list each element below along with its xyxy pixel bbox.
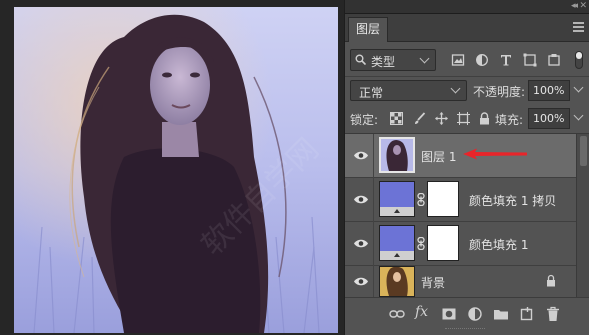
link-chain-icon[interactable] (417, 193, 425, 206)
collapse-panel-icon[interactable]: ◂◂ (571, 1, 578, 11)
red-arrow-annotation (463, 148, 527, 160)
lock-position-icon[interactable] (435, 112, 448, 125)
delete-layer-trash-icon[interactable] (545, 306, 561, 322)
add-layer-style-icon[interactable]: fx (415, 304, 428, 320)
layer-name[interactable]: 背景 (421, 274, 445, 291)
filter-shape-layer-icon[interactable] (523, 53, 537, 67)
filter-type-layer-icon[interactable] (499, 53, 513, 67)
fill-label: 填充: (495, 113, 524, 127)
visibility-eye-icon[interactable] (353, 238, 369, 249)
document-canvas[interactable]: 软件自学网 (0, 0, 344, 335)
blend-mode-select[interactable]: 正常 (350, 80, 467, 101)
portrait-image: 软件自学网 (14, 7, 338, 333)
visibility-eye-icon[interactable] (353, 276, 369, 287)
lock-icon[interactable] (546, 274, 556, 287)
layer-mask-thumbnail[interactable] (427, 181, 459, 217)
panel-resize-grip[interactable] (445, 328, 485, 332)
fill-adjustment-bar (380, 251, 414, 260)
fill-input[interactable]: 100% (528, 108, 570, 129)
layer-thumbnail[interactable] (379, 137, 415, 173)
new-group-folder-icon[interactable] (493, 306, 509, 322)
layer-row-color-fill-copy[interactable]: 颜色填充 1 拷贝 (345, 178, 576, 222)
visibility-eye-icon[interactable] (353, 150, 369, 161)
search-icon (355, 54, 366, 65)
lock-row: 锁定: 填充: 100% (345, 108, 589, 132)
lock-label: 锁定: (350, 113, 379, 127)
filter-adjustment-layer-icon[interactable] (475, 53, 489, 67)
filter-toggle-switch[interactable] (575, 51, 583, 69)
layer-row-background[interactable]: 背景 (345, 266, 576, 297)
filter-smart-object-icon[interactable] (547, 53, 561, 67)
panel-tabbar: 图层 (345, 14, 589, 42)
panel-menu-icon[interactable] (573, 22, 584, 32)
fill-chevron-down-icon[interactable] (573, 110, 584, 121)
chevron-down-icon (450, 83, 461, 94)
tab-layers[interactable]: 图层 (348, 17, 388, 42)
fill-adjustment-bar (380, 207, 414, 216)
close-panel-icon[interactable]: ✕ (579, 1, 587, 11)
link-layers-icon[interactable] (389, 306, 405, 322)
divider (373, 134, 374, 178)
fill-color-thumbnail[interactable] (379, 181, 415, 217)
lock-transparent-pixels-icon[interactable] (390, 112, 403, 125)
layer-name[interactable]: 图层 1 (421, 148, 456, 165)
lock-all-icon[interactable] (478, 112, 491, 125)
divider (373, 222, 374, 266)
chevron-down-icon (419, 53, 430, 64)
new-layer-icon[interactable] (519, 306, 535, 322)
canvas-photo[interactable]: 软件自学网 (14, 7, 338, 333)
panel-footer: fx (345, 297, 589, 335)
layers-scrollbar[interactable] (576, 134, 589, 297)
lock-artboard-icon[interactable] (457, 112, 470, 125)
layer-name[interactable]: 颜色填充 1 拷贝 (469, 192, 556, 209)
layer-row-color-fill[interactable]: 颜色填充 1 (345, 222, 576, 266)
layers-panel: ◂◂ ✕ 图层 类型 正常 不透明度: 100% 锁定: 填充: 100% 图层… (344, 0, 589, 335)
opacity-chevron-down-icon[interactable] (573, 82, 584, 93)
divider (345, 76, 589, 77)
layer-filter-row: 类型 (345, 47, 589, 73)
layer-mask-thumbnail[interactable] (427, 225, 459, 261)
portrait-thumbnail-image (381, 139, 413, 171)
filter-kind-select[interactable]: 类型 (350, 49, 436, 71)
background-thumbnail-image (380, 267, 414, 296)
filter-kind-label: 类型 (371, 55, 396, 69)
fill-color-thumbnail[interactable] (379, 225, 415, 261)
visibility-eye-icon[interactable] (353, 194, 369, 205)
layer-row-layer1[interactable]: 图层 1 (345, 134, 576, 178)
background-thumbnail[interactable] (379, 266, 415, 297)
blend-mode-value: 正常 (359, 86, 384, 100)
link-chain-icon[interactable] (417, 237, 425, 250)
new-adjustment-layer-icon[interactable] (467, 306, 483, 322)
divider (373, 178, 374, 222)
add-mask-icon[interactable] (441, 306, 457, 322)
layer-name[interactable]: 颜色填充 1 (469, 236, 528, 253)
opacity-label: 不透明度: (473, 85, 526, 99)
filter-pixel-layer-icon[interactable] (451, 53, 465, 67)
lock-image-pixels-icon[interactable] (413, 112, 426, 125)
panel-titlebar: ◂◂ ✕ (345, 0, 589, 14)
opacity-input[interactable]: 100% (528, 80, 570, 101)
divider (373, 266, 374, 297)
blend-row: 正常 不透明度: 100% (345, 80, 589, 104)
